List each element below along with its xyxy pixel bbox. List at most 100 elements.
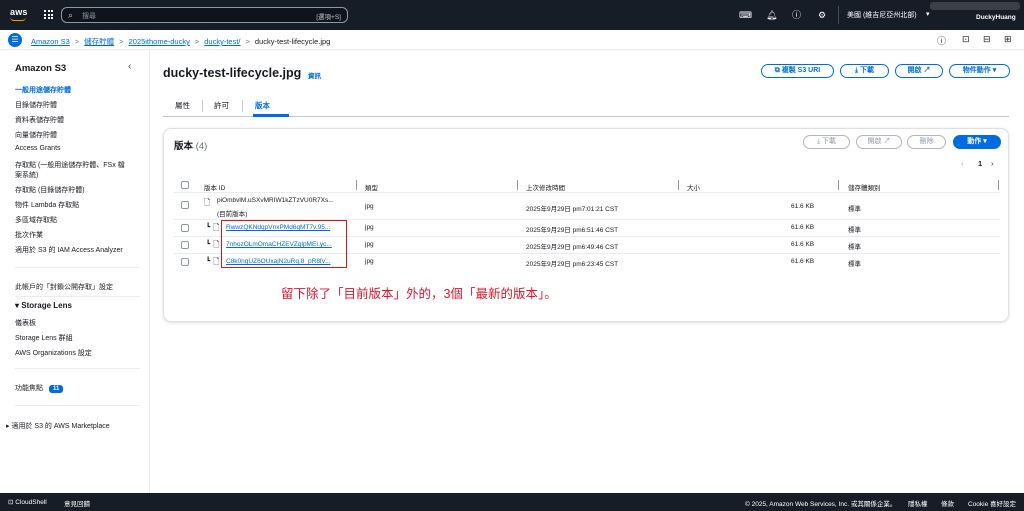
feature-count-badge: 11: [49, 385, 64, 393]
select-all-checkbox[interactable]: [181, 181, 189, 189]
sidebar-item-object-lambda[interactable]: 物件 Lambda 存取點: [15, 200, 79, 210]
row-checkbox[interactable]: [181, 258, 189, 266]
tab-properties[interactable]: 屬性: [175, 100, 190, 111]
row-checkbox[interactable]: [181, 201, 189, 209]
sidebar-item-access-grants[interactable]: Access Grants: [15, 145, 61, 152]
version-id: piOmbvlM.uSXvMRIW1kZTzVU0R7Xs...: [217, 197, 334, 204]
sidebar-item-general-buckets[interactable]: 一般用途儲存貯體: [15, 85, 71, 95]
tools-panel-icon[interactable]: ⊞: [1004, 34, 1012, 45]
region-dropdown-icon[interactable]: ▾: [926, 9, 930, 21]
feature-spotlight-label: 功能焦點: [15, 385, 43, 392]
file-type: jpg: [365, 241, 374, 248]
sidebar-title: Amazon S3: [15, 63, 67, 74]
caret-down-icon: ▾: [990, 67, 997, 74]
column-resizer[interactable]: [517, 180, 518, 190]
menu-icon[interactable]: ☰: [8, 33, 22, 47]
user-menu[interactable]: DuckyHuang: [976, 14, 1016, 21]
versions-open-button[interactable]: 開啟 ↗: [856, 135, 902, 149]
split-panel-icon[interactable]: ⊟: [983, 34, 991, 45]
next-page-icon[interactable]: ›: [991, 159, 994, 168]
terms-link[interactable]: 條款: [941, 498, 954, 508]
feedback-link[interactable]: 意見回饋: [64, 498, 90, 508]
breadcrumb-item-amazon-s3[interactable]: Amazon S3: [31, 37, 70, 46]
sidebar-divider: [15, 296, 140, 297]
chevron-right-icon: >: [245, 37, 250, 46]
file-size: 61.6 KB: [791, 241, 815, 248]
tree-branch-icon: ┗: [206, 241, 211, 248]
tab-versions[interactable]: 版本: [255, 100, 270, 111]
column-resizer[interactable]: [356, 180, 357, 190]
help-icon[interactable]: ⓘ: [792, 9, 801, 21]
sidebar-item-access-points-general-cont[interactable]: 案系統): [15, 170, 38, 180]
sidebar-item-feature-spotlight[interactable]: 功能焦點 11: [15, 383, 64, 393]
annotation-text: 留下除了「目前版本」外的，3個「最新的版本」。: [281, 287, 557, 301]
search-placeholder: 搜尋: [82, 13, 96, 20]
current-version-label: (目前版本): [217, 211, 248, 218]
sidebar-item-organizations-settings[interactable]: AWS Organizations 設定: [15, 348, 92, 358]
column-header-size[interactable]: 大小: [687, 182, 700, 192]
aws-logo[interactable]: aws: [10, 7, 28, 17]
object-actions-button[interactable]: 物件動作 ▾: [949, 64, 1010, 78]
sidebar-item-batch-operations[interactable]: 批次作業: [15, 230, 43, 240]
services-grid-icon[interactable]: [44, 10, 53, 19]
info-circle-icon[interactable]: ⓘ: [937, 34, 946, 47]
column-resizer[interactable]: [678, 180, 679, 190]
sidebar-item-access-points-directory[interactable]: 存取點 (目錄儲存貯體): [15, 185, 85, 195]
storage-lens-title: Storage Lens: [21, 301, 72, 310]
search-input[interactable]: ⌕ 搜尋 [選項+S]: [61, 7, 348, 23]
search-icon: ⌕: [68, 10, 74, 20]
info-link[interactable]: 資訊: [308, 70, 321, 80]
breadcrumb-item-folder[interactable]: ducky-test/: [204, 37, 240, 46]
tab-permissions[interactable]: 許可: [214, 100, 229, 111]
column-header-last-modified[interactable]: 上次修改時間: [526, 182, 565, 192]
breadcrumb-item-buckets[interactable]: 儲存貯體: [84, 37, 114, 46]
column-header-storage-class[interactable]: 儲存體類別: [848, 182, 881, 192]
sidebar-item-table-buckets[interactable]: 資料表儲存貯體: [15, 115, 64, 125]
row-checkbox[interactable]: [181, 224, 189, 232]
cookie-preferences-link[interactable]: Cookie 喜好設定: [968, 498, 1016, 508]
column-header-version-id[interactable]: 版本 ID: [204, 182, 225, 192]
file-size: 61.6 KB: [791, 258, 815, 265]
sidebar-divider: [15, 267, 140, 268]
prev-page-icon[interactable]: ‹: [961, 159, 964, 168]
cloudshell-icon[interactable]: ⌨: [739, 9, 752, 21]
notifications-bell-icon[interactable]: 🔔︎: [766, 9, 777, 21]
sidebar-item-block-public-access[interactable]: 此帳戶的「封鎖公開存取」設定: [15, 282, 113, 292]
row-checkbox[interactable]: [181, 241, 189, 249]
sidebar-item-vector-buckets[interactable]: 向量儲存貯體: [15, 130, 57, 140]
download-button[interactable]: ⤓ 下載: [840, 64, 889, 78]
copy-s3-uri-button[interactable]: ⧉ 複製 S3 URI: [761, 64, 834, 78]
cloudshell-footer-button[interactable]: ⊡ CloudShell: [8, 498, 47, 506]
open-button[interactable]: 開啟 ↗: [895, 64, 943, 78]
sidebar-item-storage-lens-groups[interactable]: Storage Lens 群組: [15, 333, 73, 343]
top-navigation-bar: aws ⌕ 搜尋 [選項+S] ⌨ 🔔︎ ⓘ ⚙ 美國 (維吉尼亞州北部) ▾ …: [0, 0, 1024, 30]
sidebar-item-directory-buckets[interactable]: 目錄儲存貯體: [15, 100, 57, 110]
region-selector[interactable]: 美國 (維吉尼亞州北部): [847, 10, 917, 20]
privacy-link[interactable]: 隱私權: [908, 498, 928, 508]
header-divider: [174, 192, 1000, 193]
sidebar: Amazon S3 ‹ 一般用途儲存貯體 目錄儲存貯體 資料表儲存貯體 向量儲存…: [0, 50, 150, 493]
page-number[interactable]: 1: [978, 159, 982, 168]
column-header-type[interactable]: 類型: [365, 182, 378, 192]
sidebar-item-multi-region[interactable]: 多區域存取點: [15, 215, 57, 225]
column-resizer[interactable]: [998, 180, 999, 190]
sidebar-item-dashboards[interactable]: 儀表板: [15, 318, 36, 328]
versions-actions-button[interactable]: 動作 ▾: [953, 135, 1001, 149]
sidebar-item-access-points-general[interactable]: 存取點 (一般用途儲存貯體、FSx 檔: [15, 160, 125, 170]
collapse-sidebar-icon[interactable]: ‹: [128, 61, 131, 72]
settings-gear-icon[interactable]: ⚙: [818, 9, 826, 21]
tree-branch-icon: ┗: [206, 224, 211, 231]
versions-download-button[interactable]: ⤓ 下載: [803, 135, 850, 149]
notification-panel-icon[interactable]: ⊡: [962, 34, 970, 45]
breadcrumb-item-bucket[interactable]: 2025ithome-ducky: [129, 37, 190, 46]
versions-delete-button[interactable]: 刪除: [907, 135, 946, 149]
tabs: 屬性 許可 版本: [163, 95, 1009, 117]
tab-divider: [242, 100, 243, 112]
chevron-right-icon: >: [119, 37, 124, 46]
versions-count: (4): [195, 141, 208, 152]
sidebar-item-iam-access-analyzer[interactable]: 適用於 S3 的 IAM Access Analyzer: [15, 245, 123, 255]
sidebar-section-storage-lens[interactable]: ▾ Storage Lens: [15, 301, 72, 310]
column-resizer[interactable]: [838, 180, 839, 190]
sidebar-item-marketplace[interactable]: ▸ 適用於 S3 的 AWS Marketplace: [6, 421, 110, 431]
breadcrumb-current: ducky-test-lifecycle.jpg: [254, 37, 331, 46]
